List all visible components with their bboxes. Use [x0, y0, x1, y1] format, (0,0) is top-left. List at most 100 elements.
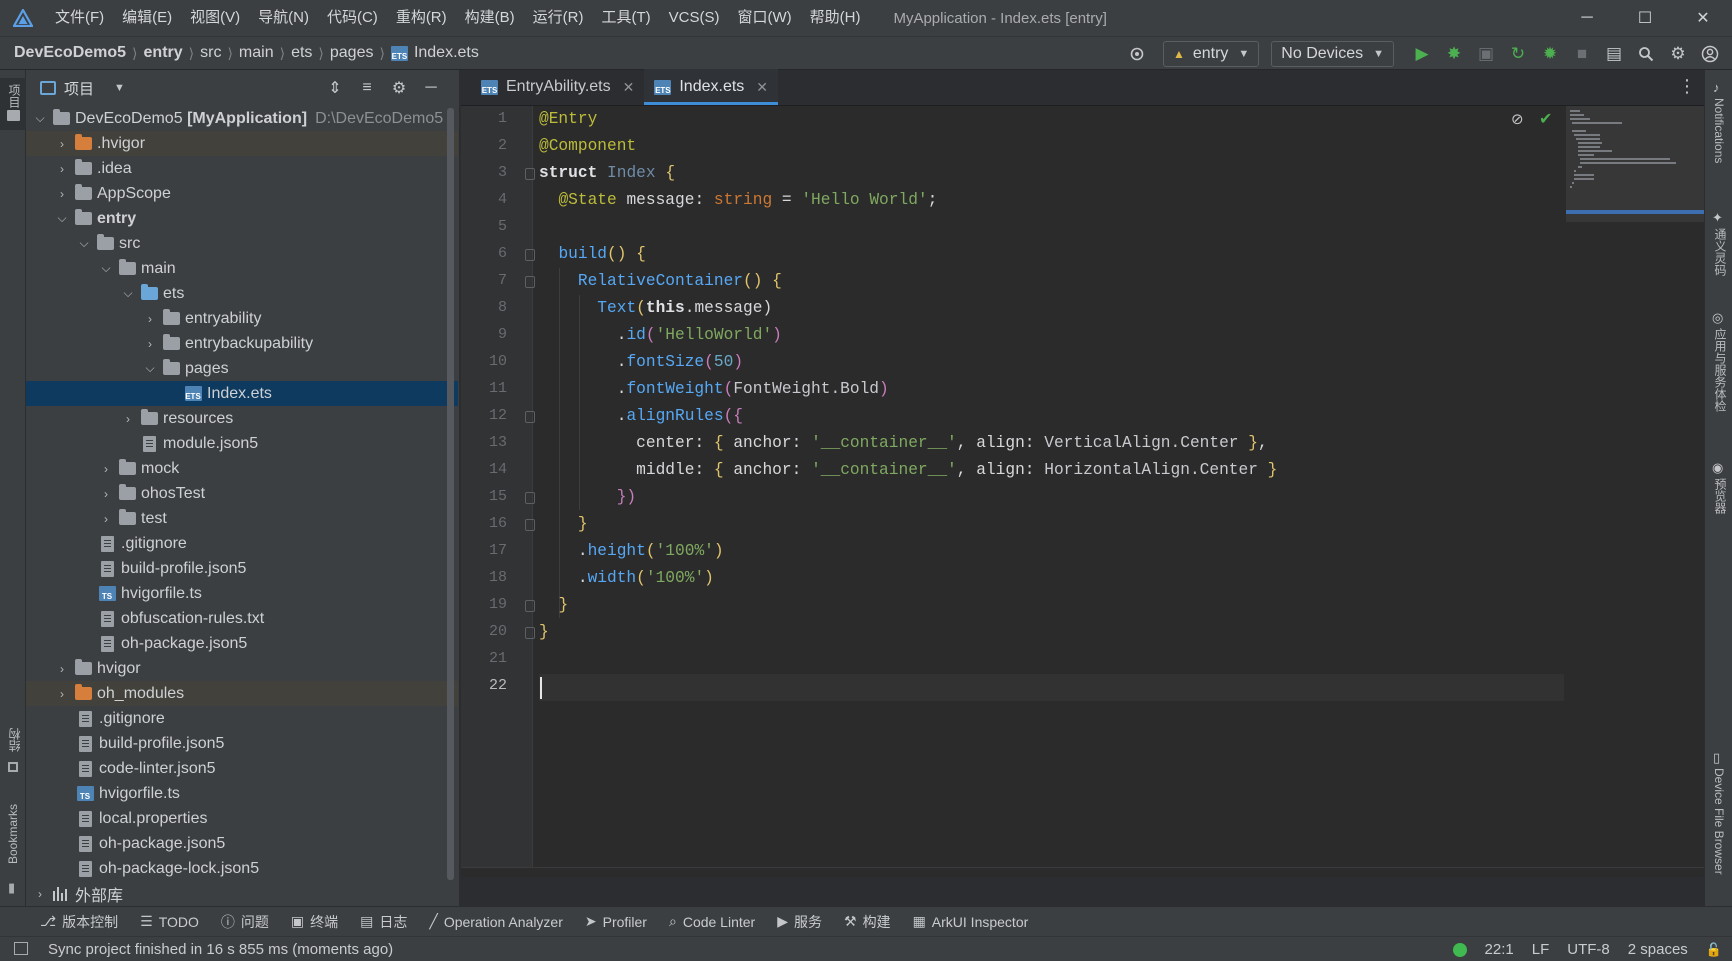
tree-row[interactable]: ⌵ main [26, 256, 458, 281]
code-editor[interactable]: 1 2 3 4 5 6 7 8 9 10 11 12 13 14 15 16 1… [461, 106, 1704, 877]
services-tool-button[interactable]: ▶ 服务 [777, 912, 822, 932]
chevron-right-icon[interactable]: › [54, 687, 70, 701]
chevron-right-icon[interactable]: › [120, 412, 136, 426]
status-message[interactable]: Sync project finished in 16 s 855 ms (mo… [48, 941, 393, 958]
apply-changes-icon[interactable]: ↻ [1502, 40, 1534, 68]
account-icon[interactable] [1694, 40, 1726, 68]
terminal-tool-button[interactable]: ▣ 终端 [291, 912, 338, 932]
target-icon[interactable] [1121, 40, 1153, 68]
log-tool-button[interactable]: ▤ 日志 [360, 912, 407, 932]
chevron-down-icon[interactable]: ⌵ [54, 211, 70, 226]
close-icon[interactable]: ✕ [1674, 0, 1732, 36]
caret-down-icon[interactable]: ▼ [114, 82, 125, 94]
tree-row[interactable]: .gitignore [26, 706, 458, 731]
fold-marker-icon[interactable] [525, 600, 535, 612]
tree-row[interactable]: › .idea [26, 156, 458, 181]
tree-row[interactable]: › AppScope [26, 181, 458, 206]
chevron-down-icon[interactable]: ⌵ [142, 361, 158, 376]
project-panel-title[interactable]: 项目 [64, 78, 94, 99]
tongyi-tool-button[interactable]: ✦ 通义灵码 [1705, 210, 1732, 290]
attach-debugger-icon[interactable]: ✹ [1534, 40, 1566, 68]
tree-row-selected[interactable]: ETS Index.ets [26, 381, 458, 406]
line-separator[interactable]: LF [1532, 941, 1550, 958]
menu-help[interactable]: 帮助(H) [801, 0, 870, 36]
menu-view[interactable]: 视图(V) [181, 0, 249, 36]
device-file-browser-tool-button[interactable]: ▯ Device File Browser [1705, 750, 1732, 900]
tree-row[interactable]: oh-package-lock.json5 [26, 856, 458, 881]
app-service-tool-button[interactable]: ◎ 应用与服务体检 [1705, 310, 1732, 430]
indent-setting[interactable]: 2 spaces [1628, 941, 1688, 958]
profiler-tool-button[interactable]: ➤ Profiler [585, 913, 647, 930]
gear-icon[interactable]: ⚙ [1662, 40, 1694, 68]
breadcrumb-file[interactable]: Index.ets [414, 44, 479, 62]
chevron-right-icon[interactable]: › [54, 662, 70, 676]
collapse-all-icon[interactable]: ≡ [351, 74, 383, 102]
arkui-inspector-tool-button[interactable]: ▦ ArkUI Inspector [913, 913, 1029, 930]
tree-row[interactable]: › resources [26, 406, 458, 431]
chevron-right-icon[interactable]: › [32, 887, 48, 901]
device-manager-icon[interactable]: ▤ [1598, 40, 1630, 68]
tree-row[interactable]: obfuscation-rules.txt [26, 606, 458, 631]
stop-icon[interactable]: ■ [1566, 40, 1598, 68]
tree-row[interactable]: ⌵ DevEcoDemo5 [MyApplication] D:\DevEcoD… [26, 106, 458, 131]
tab-index[interactable]: ETS Index.ets ✕ [644, 69, 779, 105]
maximize-icon[interactable]: ☐ [1616, 0, 1674, 36]
tree-row[interactable]: › 外部库 [26, 881, 458, 906]
gear-icon[interactable]: ⚙ [383, 74, 415, 102]
more-vertical-icon[interactable]: ⋮ [1678, 76, 1696, 97]
breadcrumb-pages[interactable]: pages [330, 44, 374, 62]
module-selector[interactable]: ▲ entry ▼ [1162, 41, 1260, 67]
chevron-right-icon[interactable]: › [54, 137, 70, 151]
build-tool-button[interactable]: ⚒ 构建 [844, 912, 891, 932]
chevron-right-icon[interactable]: › [98, 512, 114, 526]
chevron-right-icon[interactable]: › [54, 187, 70, 201]
tree-row[interactable]: › ohosTest [26, 481, 458, 506]
status-ok-icon[interactable] [1452, 942, 1467, 957]
caret-position[interactable]: 22:1 [1485, 941, 1514, 958]
menu-refactor[interactable]: 重构(R) [387, 0, 456, 36]
fold-marker-icon[interactable] [525, 276, 535, 288]
close-tab-icon[interactable]: ✕ [623, 79, 635, 96]
tree-row[interactable]: oh-package.json5 [26, 831, 458, 856]
menu-build[interactable]: 构建(B) [456, 0, 524, 36]
menu-file[interactable]: 文件(F) [46, 0, 113, 36]
expand-all-icon[interactable]: ⇕ [319, 74, 351, 102]
tree-row[interactable]: › test [26, 506, 458, 531]
menu-tools[interactable]: 工具(T) [592, 0, 659, 36]
tree-row[interactable]: code-linter.json5 [26, 756, 458, 781]
profile-icon[interactable]: ▣ [1470, 40, 1502, 68]
tree-row[interactable]: › entryability [26, 306, 458, 331]
search-icon[interactable] [1630, 40, 1662, 68]
chevron-down-icon[interactable]: ⌵ [120, 286, 136, 301]
breadcrumb-ets[interactable]: ets [291, 44, 312, 62]
breadcrumb-main[interactable]: main [239, 44, 274, 62]
project-scrollbar[interactable] [447, 108, 454, 880]
inspection-ok-icon[interactable]: ✔ [1539, 109, 1552, 129]
todo-tool-button[interactable]: ☰ TODO [140, 913, 199, 930]
breadcrumb-src[interactable]: src [200, 44, 221, 62]
tree-row[interactable]: › mock [26, 456, 458, 481]
tree-row[interactable]: build-profile.json5 [26, 556, 458, 581]
code-minimap[interactable] [1566, 106, 1704, 877]
fold-marker-icon[interactable] [525, 519, 535, 531]
lock-icon[interactable]: 🔓 [1706, 942, 1722, 958]
run-icon[interactable]: ▶ [1406, 40, 1438, 68]
tree-row[interactable]: › .hvigor [26, 131, 458, 156]
debug-icon[interactable]: ✸ [1438, 40, 1470, 68]
menu-navigate[interactable]: 导航(N) [249, 0, 318, 36]
tree-row[interactable]: ⌵ ets [26, 281, 458, 306]
notifications-tool-button[interactable]: ♪ Notifications [1705, 76, 1732, 186]
menu-run[interactable]: 运行(R) [524, 0, 593, 36]
tree-row[interactable]: .gitignore [26, 531, 458, 556]
hide-panel-icon[interactable]: ─ [415, 74, 447, 102]
code-linter-tool-button[interactable]: ⌕ Code Linter [669, 913, 755, 930]
breadcrumb-entry[interactable]: entry [144, 44, 183, 62]
fold-marker-icon[interactable] [525, 168, 535, 180]
tree-row[interactable]: TS hvigorfile.ts [26, 581, 458, 606]
chevron-right-icon[interactable]: › [98, 487, 114, 501]
bookmarks-tool-button[interactable]: Bookmarks ▮ [0, 800, 26, 900]
breadcrumb-project[interactable]: DevEcoDemo5 [14, 44, 126, 62]
chevron-right-icon[interactable]: › [142, 312, 158, 326]
project-tool-button[interactable]: 项目 [0, 78, 26, 130]
tree-row[interactable]: local.properties [26, 806, 458, 831]
